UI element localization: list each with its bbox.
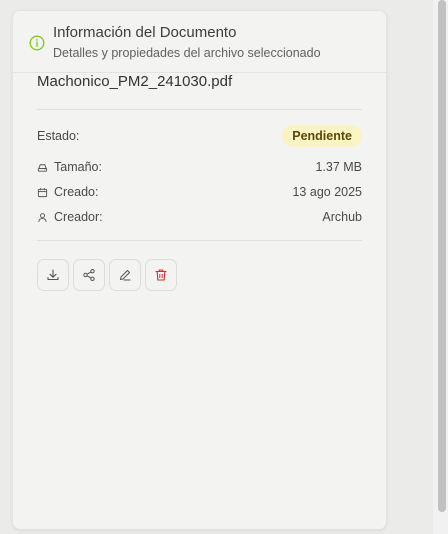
- property-row-created: Creado: 13 ago 2025: [37, 185, 362, 199]
- size-label: Tamaño:: [54, 160, 102, 174]
- property-row-creator: Creador: Archub: [37, 210, 362, 224]
- created-label: Creado:: [54, 185, 99, 199]
- document-filename: Machonico_PM2_241030.pdf: [37, 73, 233, 90]
- scrollbar-thumb[interactable]: [438, 0, 446, 512]
- share-icon: [83, 269, 95, 282]
- edit-icon: [120, 270, 131, 281]
- delete-button[interactable]: [145, 259, 177, 291]
- panel-header: Información del Documento Detalles y pro…: [13, 11, 386, 73]
- creator-label: Creador:: [54, 210, 103, 224]
- status-badge: Pendiente: [282, 125, 362, 147]
- status-label: Estado:: [37, 129, 80, 143]
- panel-subtitle: Detalles y propiedades del archivo selec…: [53, 46, 321, 60]
- creator-value: Archub: [322, 210, 362, 224]
- size-value: 1.37 MB: [315, 160, 362, 174]
- divider: [37, 240, 362, 241]
- action-toolbar: [37, 259, 362, 291]
- created-value: 13 ago 2025: [292, 185, 362, 199]
- calendar-icon: [37, 187, 48, 197]
- property-row-size: Tamaño: 1.37 MB: [37, 160, 362, 174]
- trash-icon: [155, 269, 167, 281]
- divider: [37, 109, 362, 110]
- document-info-panel: Información del Documento Detalles y pro…: [12, 10, 387, 530]
- panel-title: Información del Documento: [53, 24, 237, 41]
- download-button[interactable]: [37, 259, 69, 291]
- status-row: Estado: Pendiente: [37, 125, 362, 147]
- drive-icon: [37, 163, 48, 172]
- user-icon: [38, 212, 47, 222]
- share-button[interactable]: [73, 259, 105, 291]
- edit-button[interactable]: [109, 259, 141, 291]
- download-icon: [47, 269, 59, 281]
- info-icon: [29, 35, 45, 51]
